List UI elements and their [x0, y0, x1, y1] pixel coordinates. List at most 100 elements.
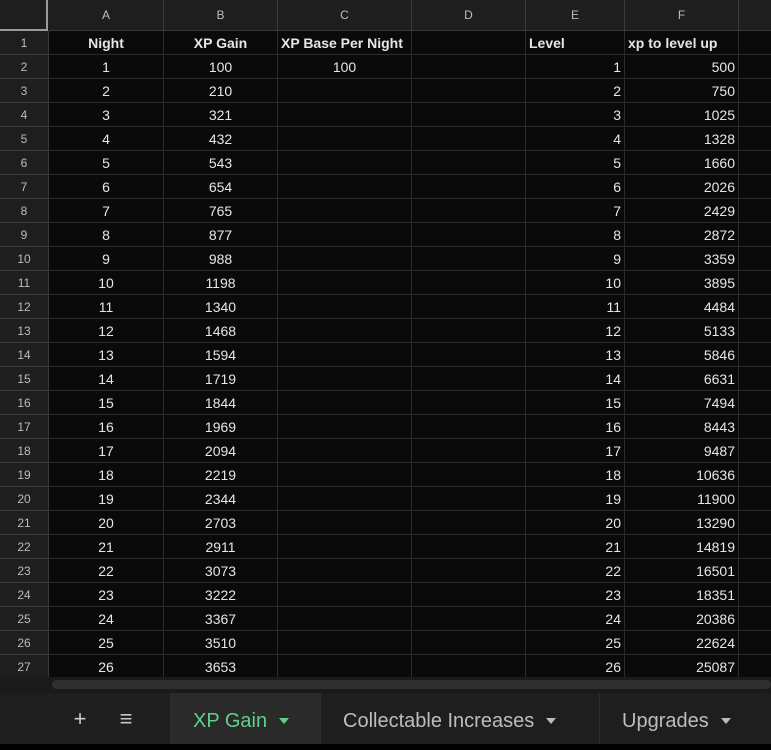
- chevron-down-icon[interactable]: [279, 718, 290, 724]
- cell-night[interactable]: 20: [49, 511, 164, 535]
- cell-xp-to-level-up[interactable]: 1328: [625, 127, 739, 151]
- cell-level[interactable]: 1: [526, 55, 625, 79]
- cell-xp-to-level-up[interactable]: 8443: [625, 415, 739, 439]
- cell-xp-gain[interactable]: 1198: [164, 271, 278, 295]
- cell-d[interactable]: [412, 535, 526, 559]
- column-header-c[interactable]: C: [278, 0, 412, 31]
- row-number[interactable]: 25: [0, 607, 49, 631]
- cell-xp-base[interactable]: [278, 415, 412, 439]
- cell-xp-gain[interactable]: 210: [164, 79, 278, 103]
- cell-g[interactable]: [739, 391, 771, 415]
- cell-g[interactable]: [739, 439, 771, 463]
- cell-level[interactable]: 23: [526, 583, 625, 607]
- cell-xp-base[interactable]: [278, 199, 412, 223]
- cell-g[interactable]: [739, 487, 771, 511]
- cell-g[interactable]: [739, 415, 771, 439]
- cell-d[interactable]: [412, 631, 526, 655]
- cell-d[interactable]: [412, 247, 526, 271]
- cell-d[interactable]: [412, 487, 526, 511]
- cell-night[interactable]: 25: [49, 631, 164, 655]
- row-number[interactable]: 8: [0, 199, 49, 223]
- column-header-a[interactable]: A: [49, 0, 164, 31]
- cell-d[interactable]: [412, 223, 526, 247]
- cell-xp-to-level-up[interactable]: 5133: [625, 319, 739, 343]
- tab-xp-gain[interactable]: XP Gain: [170, 693, 320, 744]
- cell-g[interactable]: [739, 559, 771, 583]
- cell-xp-base[interactable]: [278, 439, 412, 463]
- cell-level[interactable]: 2: [526, 79, 625, 103]
- cell-xp-gain[interactable]: 3222: [164, 583, 278, 607]
- cell-level[interactable]: 24: [526, 607, 625, 631]
- cell-xp-base[interactable]: [278, 559, 412, 583]
- cell-xp-to-level-up[interactable]: 5846: [625, 343, 739, 367]
- cell-g[interactable]: [739, 295, 771, 319]
- header-cell-d[interactable]: [412, 31, 526, 55]
- cell-xp-gain[interactable]: 765: [164, 199, 278, 223]
- cell-g[interactable]: [739, 79, 771, 103]
- cell-d[interactable]: [412, 655, 526, 677]
- row-number[interactable]: 16: [0, 391, 49, 415]
- cell-g[interactable]: [739, 631, 771, 655]
- cell-g[interactable]: [739, 343, 771, 367]
- row-number[interactable]: 1: [0, 31, 49, 55]
- chevron-down-icon[interactable]: [720, 718, 731, 724]
- cell-night[interactable]: 13: [49, 343, 164, 367]
- cell-d[interactable]: [412, 199, 526, 223]
- cell-xp-to-level-up[interactable]: 10636: [625, 463, 739, 487]
- cell-night[interactable]: 3: [49, 103, 164, 127]
- cell-g[interactable]: [739, 127, 771, 151]
- cell-d[interactable]: [412, 175, 526, 199]
- cell-xp-gain[interactable]: 1844: [164, 391, 278, 415]
- column-header-d[interactable]: D: [412, 0, 526, 31]
- cell-xp-base[interactable]: [278, 223, 412, 247]
- cell-xp-gain[interactable]: 1969: [164, 415, 278, 439]
- cell-level[interactable]: 15: [526, 391, 625, 415]
- row-number[interactable]: 24: [0, 583, 49, 607]
- cell-xp-gain[interactable]: 2911: [164, 535, 278, 559]
- header-cell-level[interactable]: Level: [526, 31, 625, 55]
- cell-xp-gain[interactable]: 1594: [164, 343, 278, 367]
- cell-level[interactable]: 14: [526, 367, 625, 391]
- cell-xp-to-level-up[interactable]: 14819: [625, 535, 739, 559]
- cell-d[interactable]: [412, 151, 526, 175]
- cell-xp-gain[interactable]: 3367: [164, 607, 278, 631]
- cell-xp-base[interactable]: [278, 583, 412, 607]
- row-number[interactable]: 5: [0, 127, 49, 151]
- scrollbar-thumb[interactable]: [52, 680, 771, 689]
- cell-d[interactable]: [412, 511, 526, 535]
- row-number[interactable]: 6: [0, 151, 49, 175]
- add-sheet-button[interactable]: +: [64, 693, 96, 744]
- tab-collectable-increases[interactable]: Collectable Increases: [320, 693, 599, 744]
- cell-g[interactable]: [739, 271, 771, 295]
- header-cell-xp-to-level-up[interactable]: xp to level up: [625, 31, 739, 55]
- cell-g[interactable]: [739, 463, 771, 487]
- cell-night[interactable]: 8: [49, 223, 164, 247]
- cell-night[interactable]: 12: [49, 319, 164, 343]
- cell-xp-to-level-up[interactable]: 1025: [625, 103, 739, 127]
- cell-d[interactable]: [412, 607, 526, 631]
- cell-g[interactable]: [739, 319, 771, 343]
- cell-xp-gain[interactable]: 100: [164, 55, 278, 79]
- cell-d[interactable]: [412, 367, 526, 391]
- cell-xp-base[interactable]: [278, 535, 412, 559]
- cell-g[interactable]: [739, 103, 771, 127]
- row-number[interactable]: 27: [0, 655, 49, 677]
- cell-xp-base[interactable]: [278, 271, 412, 295]
- cell-xp-to-level-up[interactable]: 11900: [625, 487, 739, 511]
- cell-xp-gain[interactable]: 1468: [164, 319, 278, 343]
- cell-xp-to-level-up[interactable]: 25087: [625, 655, 739, 677]
- cell-night[interactable]: 14: [49, 367, 164, 391]
- cell-night[interactable]: 6: [49, 175, 164, 199]
- cell-xp-to-level-up[interactable]: 2872: [625, 223, 739, 247]
- row-number[interactable]: 18: [0, 439, 49, 463]
- cell-level[interactable]: 9: [526, 247, 625, 271]
- cell-xp-base[interactable]: [278, 511, 412, 535]
- column-header-f[interactable]: F: [625, 0, 739, 31]
- cell-night[interactable]: 10: [49, 271, 164, 295]
- cell-g[interactable]: [739, 655, 771, 677]
- cell-g[interactable]: [739, 511, 771, 535]
- cell-xp-gain[interactable]: 543: [164, 151, 278, 175]
- cell-level[interactable]: 5: [526, 151, 625, 175]
- cell-xp-base[interactable]: [278, 463, 412, 487]
- spreadsheet-grid[interactable]: A B C D E F 1 Night XP Gain XP Base Per …: [0, 0, 771, 677]
